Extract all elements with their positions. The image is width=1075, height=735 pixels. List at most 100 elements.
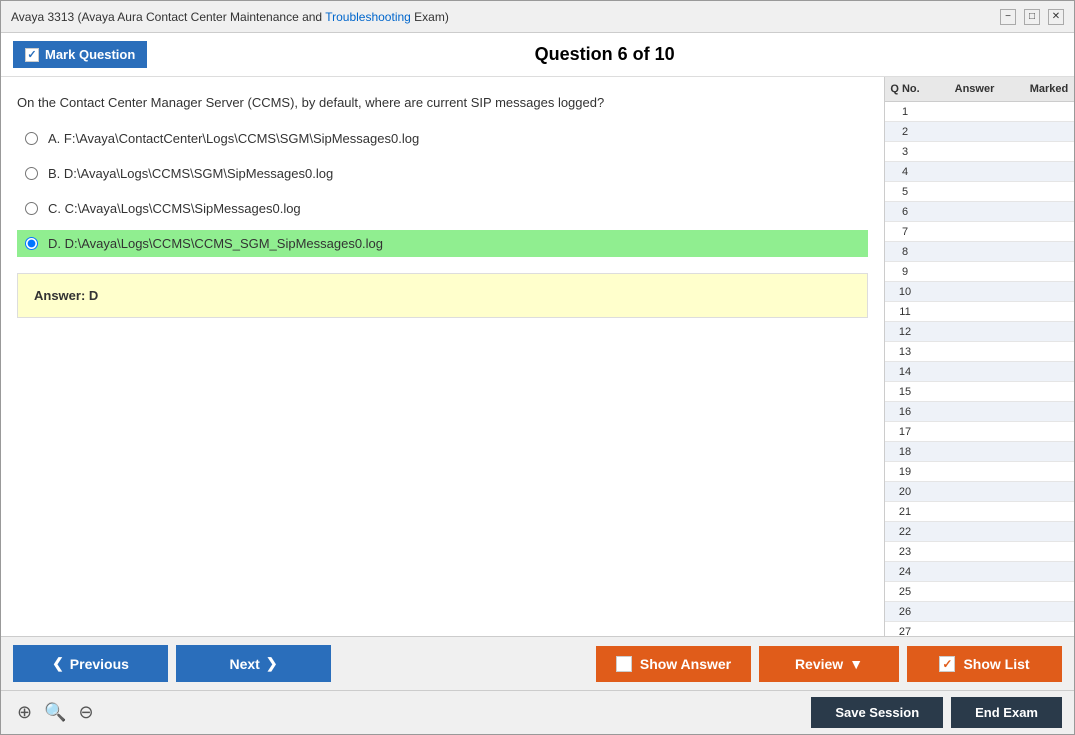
cell-answer [925,291,1024,293]
cell-marked [1024,111,1074,113]
question-list-row[interactable]: 3 [885,142,1074,162]
cell-qno: 18 [885,445,925,459]
question-list-row[interactable]: 24 [885,562,1074,582]
zoom-out-button[interactable]: ⊖ [75,700,98,725]
answer-box: Answer: D [17,273,868,318]
restore-button[interactable]: □ [1024,9,1040,25]
show-list-button[interactable]: Show List [907,646,1062,682]
cell-qno: 19 [885,465,925,479]
answer-text: Answer: D [34,288,98,303]
cell-qno: 9 [885,265,925,279]
question-list-row[interactable]: 7 [885,222,1074,242]
cell-qno: 24 [885,565,925,579]
cell-marked [1024,431,1074,433]
question-panel: On the Contact Center Manager Server (CC… [1,77,884,636]
cell-answer [925,191,1024,193]
cell-marked [1024,611,1074,613]
cell-marked [1024,591,1074,593]
cell-marked [1024,471,1074,473]
question-list-row[interactable]: 10 [885,282,1074,302]
cell-answer [925,231,1024,233]
option-b[interactable]: B. D:\Avaya\Logs\CCMS\SGM\SipMessages0.l… [17,160,868,187]
cell-marked [1024,391,1074,393]
review-button[interactable]: Review ▼ [759,646,899,682]
option-d[interactable]: D. D:\Avaya\Logs\CCMS\CCMS_SGM_SipMessag… [17,230,868,257]
title-bar: Avaya 3313 (Avaya Aura Contact Center Ma… [1,1,1074,33]
show-list-checkbox-icon [939,656,955,672]
previous-button[interactable]: Previous [13,645,168,682]
question-list-row[interactable]: 18 [885,442,1074,462]
cell-marked [1024,131,1074,133]
cell-qno: 22 [885,525,925,539]
zoom-in-button[interactable]: ⊕ [13,700,36,725]
question-list-row[interactable]: 13 [885,342,1074,362]
cell-qno: 27 [885,625,925,637]
next-button[interactable]: Next [176,645,331,682]
minimize-button[interactable]: − [1000,9,1016,25]
radio-b[interactable] [25,167,38,180]
question-list-row[interactable]: 14 [885,362,1074,382]
cell-marked [1024,531,1074,533]
question-list-row[interactable]: 20 [885,482,1074,502]
cell-marked [1024,231,1074,233]
save-session-button[interactable]: Save Session [811,697,943,728]
end-exam-button[interactable]: End Exam [951,697,1062,728]
cell-marked [1024,451,1074,453]
show-list-label: Show List [963,656,1029,672]
question-list-row[interactable]: 9 [885,262,1074,282]
cell-qno: 15 [885,385,925,399]
question-list-row[interactable]: 25 [885,582,1074,602]
cell-qno: 4 [885,165,925,179]
question-list-row[interactable]: 27 [885,622,1074,636]
close-button[interactable]: ✕ [1048,9,1064,25]
option-a[interactable]: A. F:\Avaya\ContactCenter\Logs\CCMS\SGM\… [17,125,868,152]
cell-answer [925,491,1024,493]
cell-answer [925,131,1024,133]
question-list-row[interactable]: 17 [885,422,1074,442]
question-list-row[interactable]: 1 [885,102,1074,122]
cell-marked [1024,171,1074,173]
question-list-panel: Q No. Answer Marked 1 2 3 4 5 [884,77,1074,636]
question-list-row[interactable]: 5 [885,182,1074,202]
cell-answer [925,631,1024,633]
question-list-row[interactable]: 19 [885,462,1074,482]
cell-answer [925,451,1024,453]
radio-d[interactable] [25,237,38,250]
cell-answer [925,251,1024,253]
cell-answer [925,591,1024,593]
cell-marked [1024,411,1074,413]
question-list-row[interactable]: 12 [885,322,1074,342]
zoom-normal-button[interactable]: 🔍 [40,700,70,725]
show-answer-button[interactable]: Show Answer [596,646,751,682]
cell-qno: 16 [885,405,925,419]
cell-marked [1024,291,1074,293]
mark-question-button[interactable]: Mark Question [13,41,147,68]
next-arrow-icon [266,655,278,672]
cell-marked [1024,271,1074,273]
cell-answer [925,611,1024,613]
radio-c[interactable] [25,202,38,215]
question-list-row[interactable]: 8 [885,242,1074,262]
question-list-row[interactable]: 6 [885,202,1074,222]
question-list-row[interactable]: 26 [885,602,1074,622]
cell-answer [925,551,1024,553]
cell-answer [925,371,1024,373]
cell-qno: 25 [885,585,925,599]
question-list-row[interactable]: 11 [885,302,1074,322]
cell-qno: 6 [885,205,925,219]
cell-marked [1024,191,1074,193]
radio-a[interactable] [25,132,38,145]
cell-answer [925,171,1024,173]
option-c[interactable]: C. C:\Avaya\Logs\CCMS\SipMessages0.log [17,195,868,222]
question-list-row[interactable]: 23 [885,542,1074,562]
cell-answer [925,331,1024,333]
question-list-row[interactable]: 2 [885,122,1074,142]
cell-marked [1024,551,1074,553]
cell-answer [925,311,1024,313]
cell-answer [925,571,1024,573]
question-list-row[interactable]: 15 [885,382,1074,402]
question-list-row[interactable]: 22 [885,522,1074,542]
question-list-row[interactable]: 16 [885,402,1074,422]
question-list-row[interactable]: 4 [885,162,1074,182]
question-list-row[interactable]: 21 [885,502,1074,522]
